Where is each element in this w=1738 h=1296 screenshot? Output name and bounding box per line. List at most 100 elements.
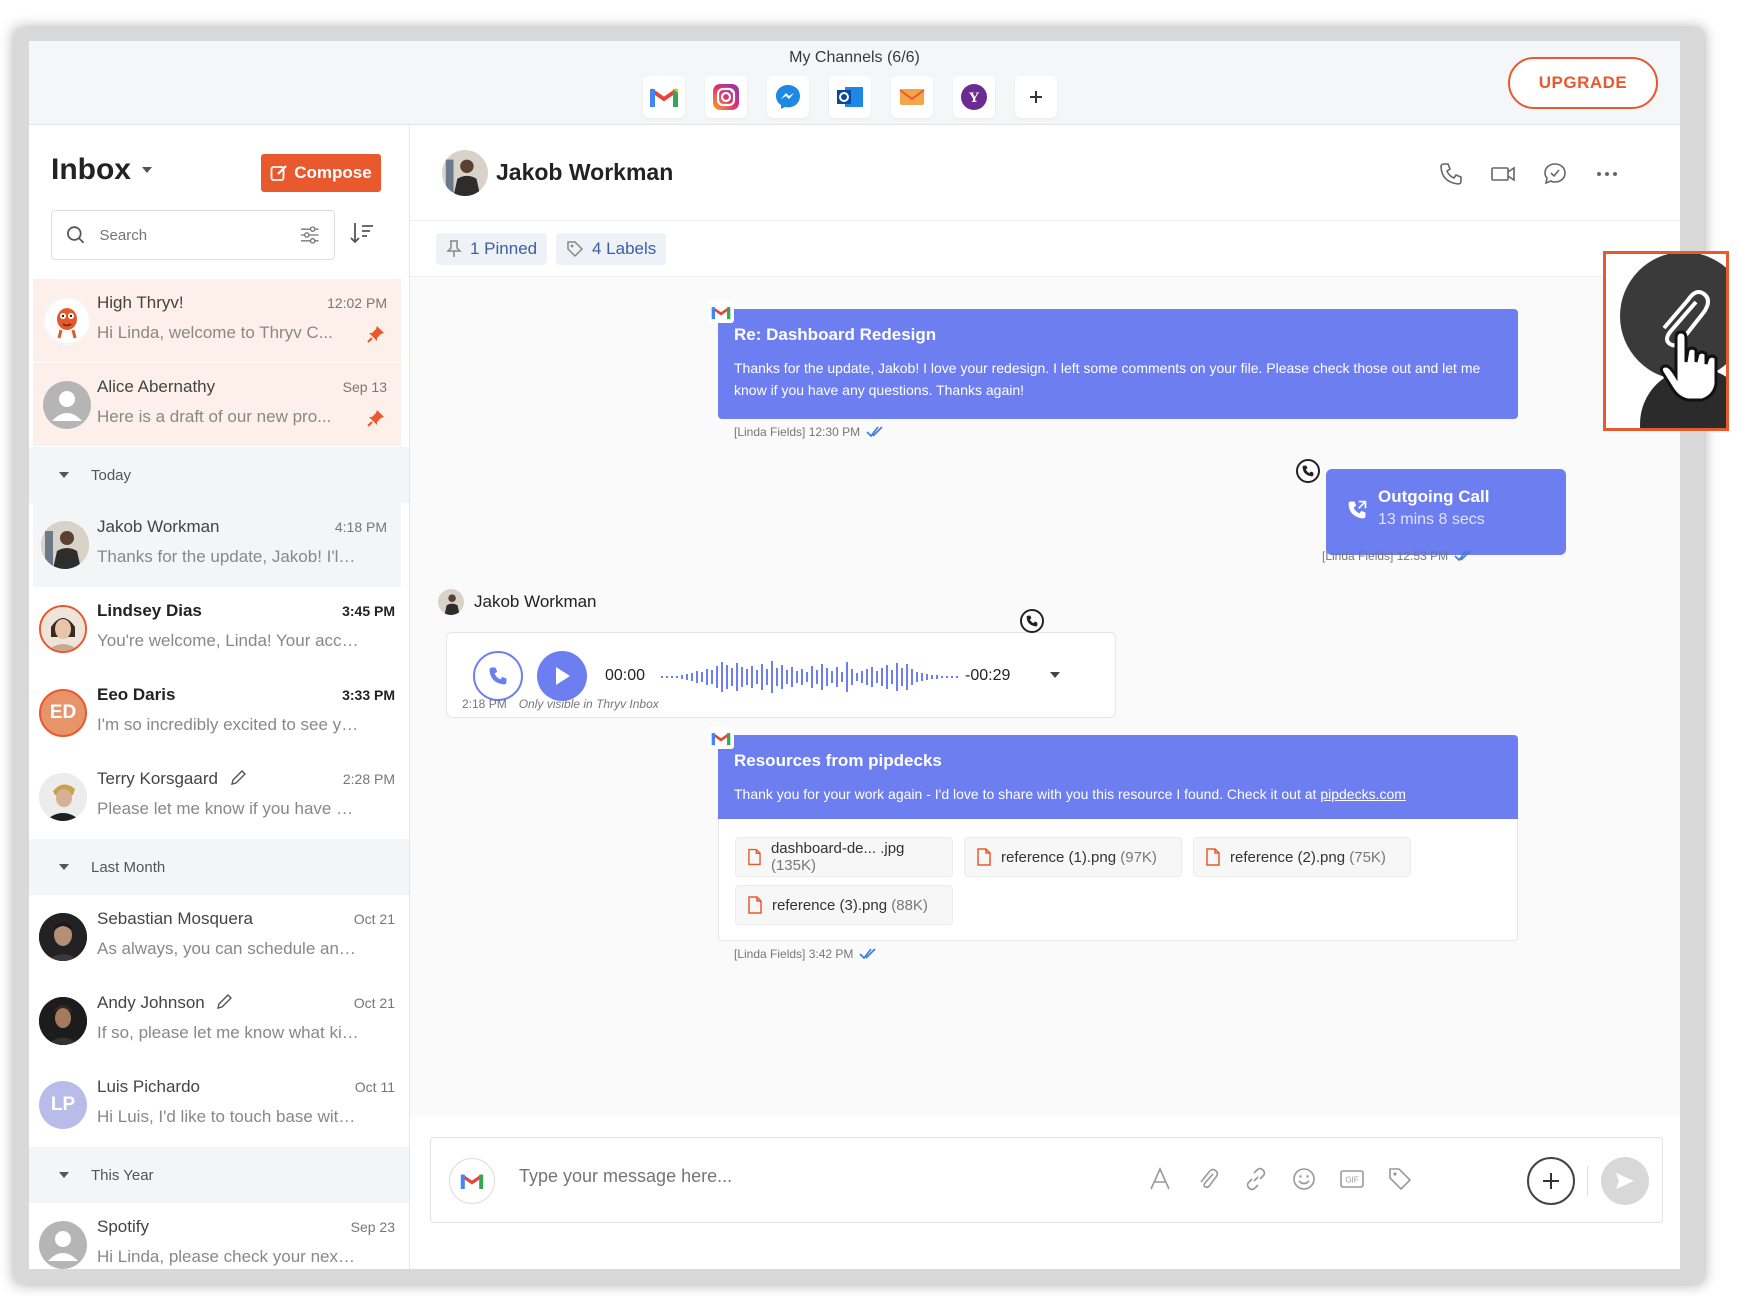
- instagram-icon[interactable]: [705, 76, 747, 118]
- message-meta: [Linda Fields] 12:53 PM: [1322, 549, 1472, 563]
- contact-name: Luis Pichardo: [97, 1077, 201, 1096]
- message-thread: Re: Dashboard Redesign Thanks for the up…: [410, 277, 1680, 1117]
- labels-chip[interactable]: 4 Labels: [556, 233, 667, 265]
- emoji-icon[interactable]: [1291, 1166, 1317, 1197]
- caret-down-icon: [59, 864, 69, 870]
- list-item[interactable]: Andy Johnson Oct 21 If so, please let me…: [29, 979, 409, 1063]
- message-time: 12:02 PM: [327, 295, 387, 311]
- yahoo-icon[interactable]: Y: [953, 76, 995, 118]
- text-format-icon[interactable]: [1147, 1166, 1173, 1197]
- channel-select-button[interactable]: [449, 1158, 495, 1204]
- message-time: Oct 11: [354, 1079, 395, 1095]
- compose-button[interactable]: Compose: [261, 154, 381, 192]
- plus-icon: [1543, 1173, 1559, 1189]
- pin-icon[interactable]: [367, 409, 385, 427]
- attachment-file[interactable]: reference (1).png (97K): [964, 837, 1182, 877]
- attachments: dashboard-de... .jpg (135K) reference (1…: [718, 819, 1518, 941]
- gmail-icon[interactable]: [643, 76, 685, 118]
- search-input[interactable]: [99, 226, 299, 244]
- caret-down-icon: [142, 167, 152, 173]
- more-icon[interactable]: [1594, 161, 1620, 192]
- list-item[interactable]: LP Luis Pichardo Oct 11 Hi Luis, I'd lik…: [29, 1063, 409, 1147]
- tag-icon[interactable]: [1387, 1166, 1413, 1197]
- sort-icon[interactable]: [349, 220, 375, 251]
- caret-down-icon[interactable]: [1049, 671, 1061, 679]
- gif-icon[interactable]: GIF: [1339, 1166, 1365, 1197]
- pinned-chip-label: 1 Pinned: [470, 239, 538, 258]
- play-button[interactable]: [537, 651, 587, 701]
- message-preview: I'm so incredibly excited to see you ...: [97, 715, 359, 734]
- list-item[interactable]: ED Eeo Daris 3:33 PM I'm so incredibly e…: [29, 671, 409, 755]
- message-time: 4:18 PM: [334, 519, 387, 535]
- call-back-button[interactable]: [473, 651, 523, 701]
- email-body: Thanks for the update, Jakob! I love you…: [734, 360, 1481, 398]
- phone-icon[interactable]: [1438, 161, 1464, 192]
- attachment-file[interactable]: reference (2).png (75K): [1193, 837, 1411, 877]
- channel-list: Y: [643, 76, 1057, 118]
- chat-check-icon[interactable]: [1542, 161, 1568, 192]
- avatar: [39, 997, 87, 1045]
- inbox-dropdown[interactable]: Inbox: [51, 153, 153, 187]
- list-item[interactable]: High Thryv! 12:02 PM Hi Linda, welcome t…: [33, 279, 401, 363]
- search-icon: [67, 226, 85, 244]
- file-icon: [977, 848, 991, 866]
- attachment-zoom-callout: [1603, 251, 1729, 431]
- list-item[interactable]: Spotify Sep 23 Hi Linda, please check yo…: [29, 1203, 409, 1269]
- double-check-icon: [866, 426, 883, 438]
- message-input[interactable]: [519, 1166, 1139, 1187]
- list-item[interactable]: Sebastian Mosquera Oct 21 As always, you…: [29, 895, 409, 979]
- gmail-icon: [708, 727, 734, 749]
- attachment-icon[interactable]: [1195, 1166, 1221, 1197]
- video-icon[interactable]: [1490, 161, 1516, 192]
- list-item[interactable]: Jakob Workman 4:18 PM Thanks for the upd…: [33, 503, 401, 587]
- draft-pencil-icon: [217, 994, 233, 1009]
- meta-text: [Linda Fields] 12:30 PM: [734, 425, 861, 439]
- email-message[interactable]: Resources from pipdecks Thank you for yo…: [718, 735, 1518, 819]
- messenger-icon[interactable]: [767, 76, 809, 118]
- email-link[interactable]: pipdecks.com: [1320, 786, 1406, 802]
- phone-icon: [489, 667, 507, 685]
- outlook-icon[interactable]: [829, 76, 871, 118]
- upgrade-button[interactable]: UPGRADE: [1508, 57, 1658, 109]
- list-item[interactable]: Alice Abernathy Sep 13 Here is a draft o…: [33, 363, 401, 447]
- contact-name-text: Terry Korsgaard: [97, 769, 218, 788]
- gmail-icon: [708, 301, 734, 323]
- email-icon[interactable]: [891, 76, 933, 118]
- pin-outline-icon: [446, 240, 462, 257]
- email-message[interactable]: Re: Dashboard Redesign Thanks for the up…: [718, 309, 1518, 419]
- file-name: dashboard-de... .jpg: [770, 840, 905, 857]
- list-item[interactable]: Terry Korsgaard 2:28 PM Please let me kn…: [29, 755, 409, 839]
- email-subject: Resources from pipdecks: [734, 751, 942, 770]
- attachment-file[interactable]: dashboard-de... .jpg (135K): [735, 837, 953, 877]
- message-time: Oct 21: [353, 911, 395, 927]
- message-preview: Hi Linda, please check your next m...: [97, 1247, 359, 1266]
- waveform[interactable]: [661, 655, 959, 699]
- conversation-list: High Thryv! 12:02 PM Hi Linda, welcome t…: [29, 279, 409, 1269]
- group-header-today[interactable]: Today: [29, 447, 409, 503]
- message-preview: You're welcome, Linda! Your accou...: [97, 631, 359, 650]
- add-button[interactable]: [1527, 1157, 1575, 1205]
- send-button[interactable]: [1601, 1157, 1649, 1205]
- inbox-sidebar: Inbox Compose High Thryv! 12:02 PM Hi Li…: [29, 125, 410, 1269]
- file-size: (88K): [891, 896, 928, 914]
- group-header-this-year[interactable]: This Year: [29, 1147, 409, 1203]
- list-item[interactable]: Lindsey Dias 3:45 PM You're welcome, Lin…: [29, 587, 409, 671]
- pin-icon[interactable]: [367, 325, 385, 343]
- svg-text:Y: Y: [969, 90, 980, 106]
- play-icon: [556, 667, 570, 685]
- attachment-file[interactable]: reference (3).png (88K): [735, 885, 953, 925]
- avatar: LP: [39, 1081, 87, 1129]
- filter-icon[interactable]: [299, 225, 320, 245]
- link-icon[interactable]: [1243, 1166, 1269, 1197]
- conversation-header: Jakob Workman: [410, 125, 1680, 221]
- voice-sender: Jakob Workman: [438, 589, 597, 615]
- avatar: [39, 1221, 87, 1269]
- call-message[interactable]: Outgoing Call 13 mins 8 secs: [1326, 469, 1566, 555]
- pinned-chip[interactable]: 1 Pinned: [436, 233, 548, 265]
- divider: [1587, 1166, 1588, 1196]
- group-header-last-month[interactable]: Last Month: [29, 839, 409, 895]
- avatar: [41, 521, 89, 569]
- add-channel-button[interactable]: [1015, 76, 1057, 118]
- file-icon: [748, 848, 761, 866]
- message-preview: Thanks for the update, Jakob! I'll let .…: [97, 547, 359, 566]
